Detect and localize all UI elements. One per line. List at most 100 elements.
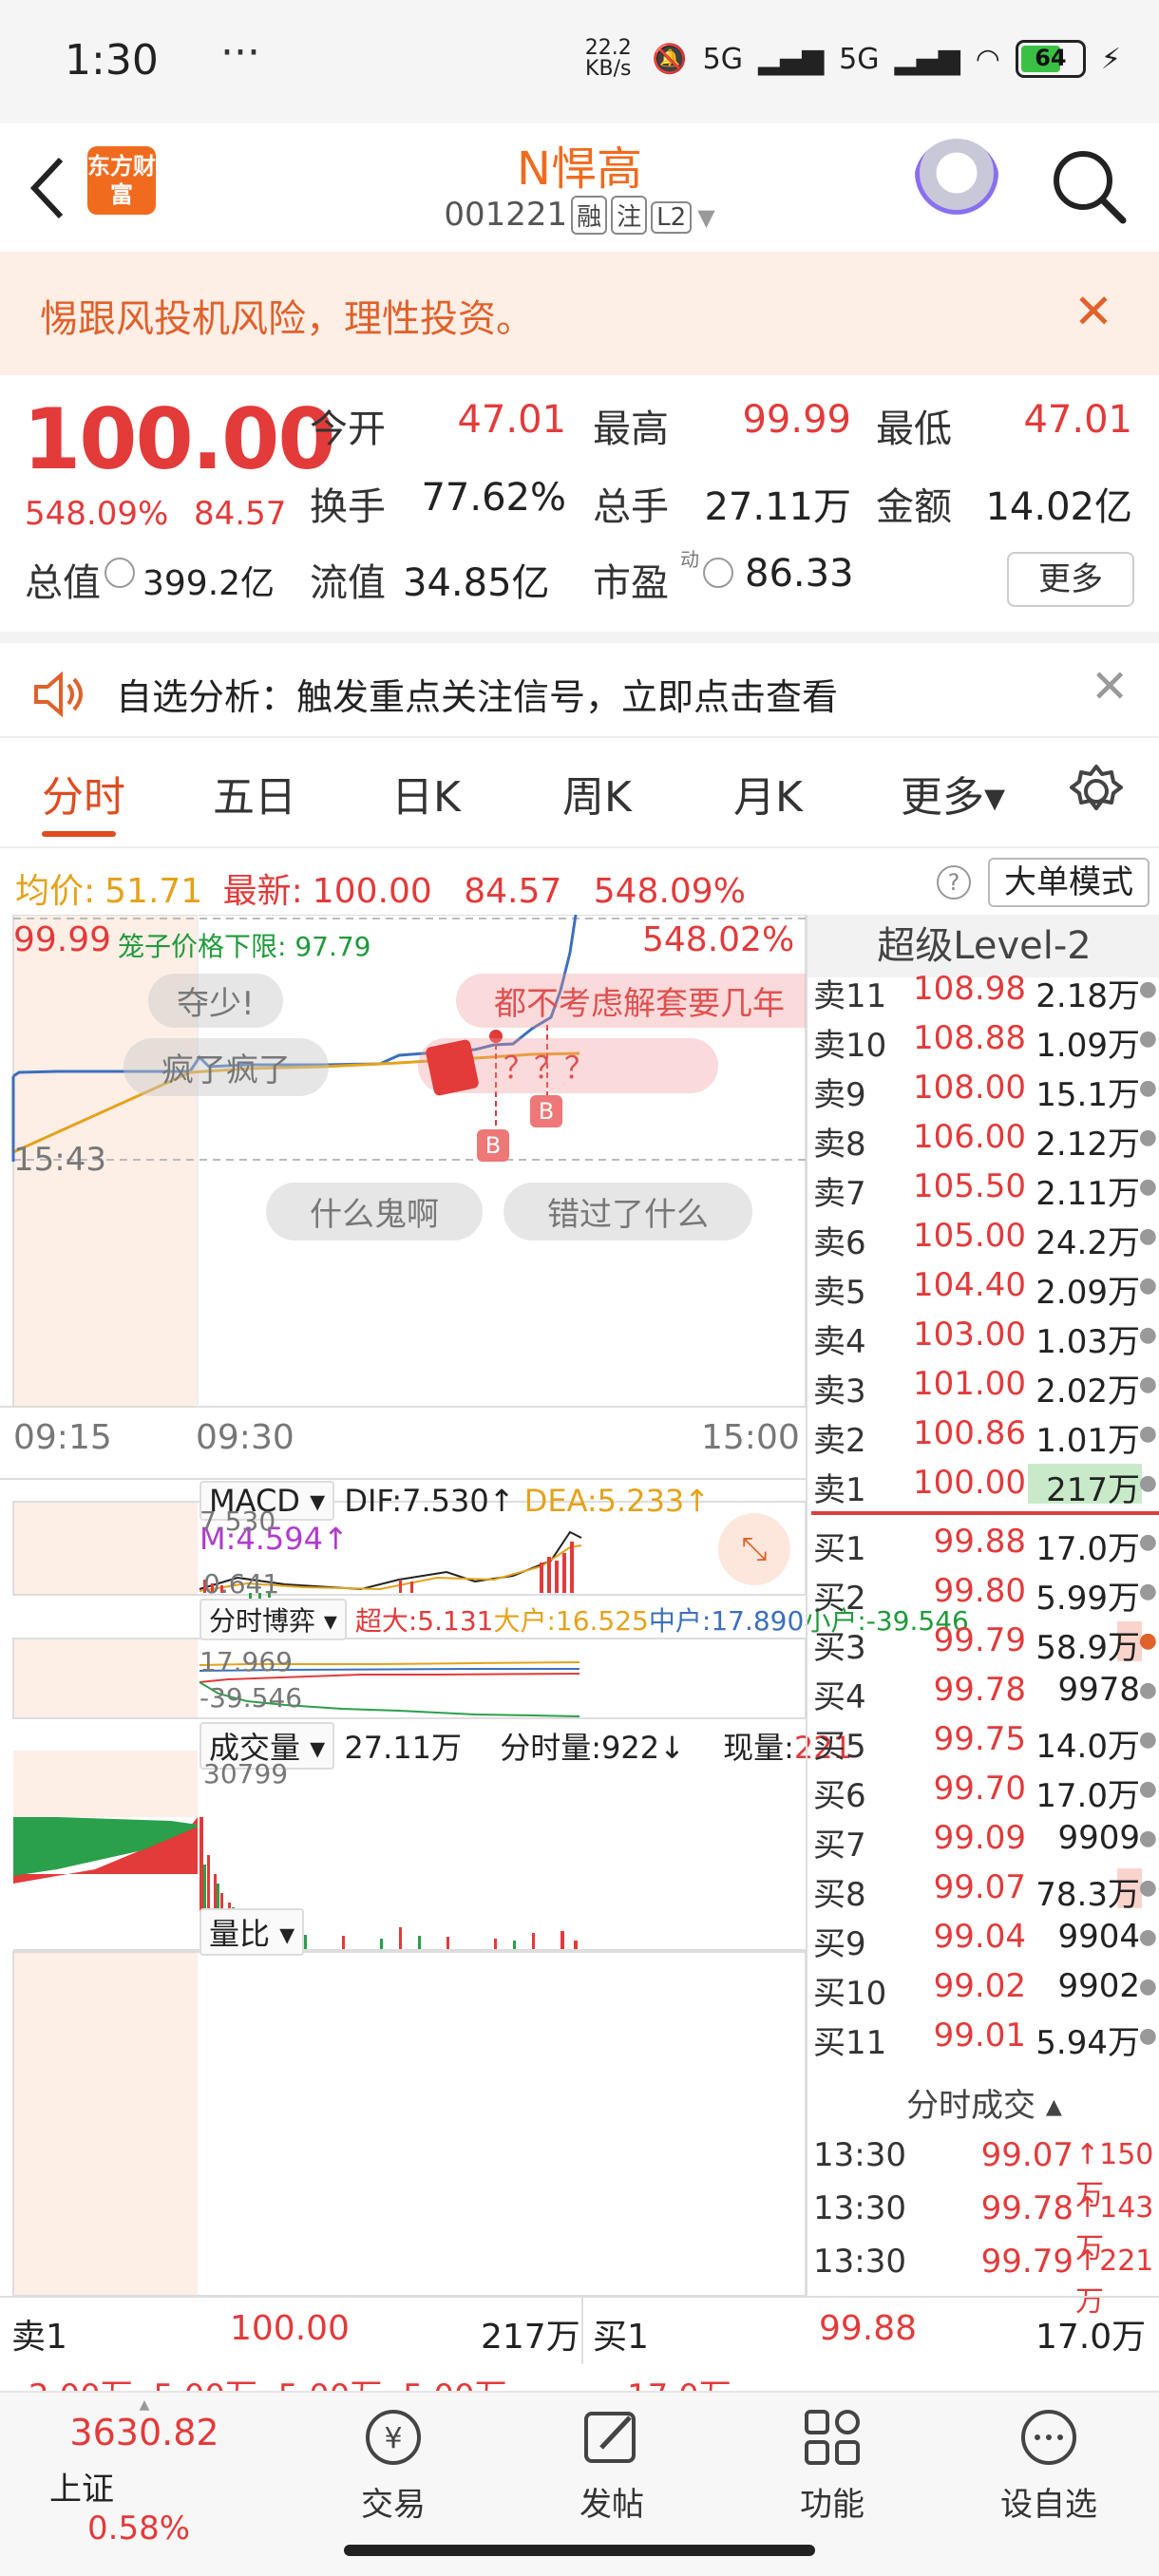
tab-more[interactable]: 更多▾ bbox=[901, 763, 1005, 824]
ask-row[interactable]: 卖11 108.98 2.18万 ● bbox=[808, 966, 1159, 1015]
trade-row: 13:30 99.07 ↑150万 bbox=[808, 2132, 1159, 2212]
bid-row[interactable]: 买8 99.07 78.3万 ● bbox=[808, 1865, 1159, 1914]
tab-monthly-k[interactable]: 月K bbox=[733, 763, 803, 824]
trades-title[interactable]: 分时成交 ▴ bbox=[808, 2079, 1159, 2126]
order-price: 108.98 bbox=[913, 970, 1026, 1008]
tab-daily-k[interactable]: 日K bbox=[391, 763, 461, 824]
time-start: 09:15 bbox=[13, 1418, 112, 1457]
battery-icon: 64 bbox=[1015, 40, 1086, 78]
bid-row[interactable]: 买3 99.79 58.9万 ● bbox=[808, 1618, 1159, 1667]
tab-intraday[interactable]: 分时 bbox=[42, 763, 125, 824]
ask-row[interactable]: 卖4 103.00 1.03万 ● bbox=[808, 1312, 1159, 1361]
change-amount: 84.57 bbox=[194, 495, 287, 533]
ask-row[interactable]: 卖3 101.00 2.02万 ● bbox=[808, 1361, 1159, 1411]
volume-top-value: 30799 bbox=[203, 1758, 289, 1790]
index-ticker[interactable]: ▲ 3630.82 上证 0.58% bbox=[49, 2398, 239, 2548]
trade-price: 99.78 bbox=[980, 2189, 1074, 2227]
order-dot: ● bbox=[1138, 977, 1157, 1001]
info-icon[interactable] bbox=[104, 558, 135, 588]
bid-row[interactable]: 买7 99.09 9909 ● bbox=[808, 1815, 1159, 1865]
robot-assistant-icon[interactable] bbox=[914, 139, 999, 224]
order-volume: 58.9万 bbox=[1036, 1629, 1140, 1667]
ask-row[interactable]: 卖9 108.00 15.1万 ● bbox=[808, 1065, 1159, 1114]
order-level-label: 买5 bbox=[813, 1728, 866, 1766]
pe-value: 86.33 bbox=[745, 552, 854, 596]
ask-row[interactable]: 卖7 105.50 2.11万 ● bbox=[808, 1164, 1159, 1213]
trade-row: 13:30 99.78 ↑143万 bbox=[808, 2186, 1159, 2265]
buy-marker-badge-2[interactable]: B bbox=[530, 1095, 562, 1127]
order-level-label: 卖4 bbox=[813, 1323, 866, 1361]
analysis-close-icon[interactable]: ✕ bbox=[1091, 660, 1129, 713]
bid-row[interactable]: 买11 99.01 5.94万 ● bbox=[808, 2013, 1159, 2062]
ask-row[interactable]: 卖2 100.86 1.01万 ● bbox=[808, 1411, 1159, 1460]
nav-post[interactable]: 发帖 bbox=[536, 2406, 688, 2525]
order-price: 99.75 bbox=[933, 1720, 1026, 1758]
bid-row[interactable]: 买10 99.02 9902 ● bbox=[808, 1963, 1159, 2013]
help-icon[interactable]: ? bbox=[937, 865, 971, 900]
ask-row[interactable]: 卖10 108.88 1.09万 ● bbox=[808, 1015, 1159, 1065]
ask-row[interactable]: 卖5 104.40 2.09万 ● bbox=[808, 1262, 1159, 1312]
summary-cut-left: 2.00万 5.00万 5.00万 5.00万 bbox=[28, 2370, 507, 2393]
orderbook-divider bbox=[811, 1511, 1159, 1515]
trade-time: 13:30 bbox=[813, 2136, 906, 2174]
order-dot: ● bbox=[1138, 1678, 1157, 1702]
order-price: 100.00 bbox=[913, 1464, 1026, 1502]
bid-row[interactable]: 买4 99.78 9978 ● bbox=[808, 1667, 1159, 1716]
big-order-mode-button[interactable]: 大单模式 bbox=[988, 858, 1150, 907]
order-dot: ● bbox=[1138, 1422, 1157, 1446]
chevron-down-icon[interactable]: ▼ bbox=[697, 204, 714, 231]
analysis-banner[interactable]: 自选分析：触发重点关注信号，立即点击查看 ✕ bbox=[0, 632, 1159, 736]
danmaku-bubble: 什么鬼啊 bbox=[266, 1183, 483, 1241]
macd-top-value: 7.530 bbox=[200, 1506, 276, 1537]
intraday-chart[interactable]: 99.99 笼子价格下限: 97.79 548.02% 15:43 夺少! 都不… bbox=[0, 915, 969, 2296]
order-level-label: 卖2 bbox=[813, 1422, 866, 1460]
ask-row[interactable]: 卖1 100.00 217万 ● bbox=[808, 1460, 1159, 1509]
buy-marker-badge[interactable]: B bbox=[477, 1129, 509, 1162]
order-volume: 1.01万 bbox=[1036, 1422, 1140, 1460]
expand-icon[interactable]: ⤡ bbox=[718, 1513, 790, 1585]
tab-5day[interactable]: 五日 bbox=[213, 763, 296, 824]
high-value: 99.99 bbox=[742, 398, 851, 442]
risk-close-icon[interactable]: ✕ bbox=[1074, 284, 1113, 339]
order-volume: 1.03万 bbox=[1036, 1323, 1140, 1361]
signal-bars-icon-2: ▂▄▆ bbox=[894, 42, 960, 76]
stock-code: 001221 bbox=[444, 196, 568, 234]
order-dot: ● bbox=[1138, 1224, 1157, 1248]
order-price: 99.78 bbox=[933, 1671, 1026, 1709]
capital-game-dropdown[interactable]: 分时博弈 ▾ bbox=[200, 1599, 347, 1640]
bid-row[interactable]: 买1 99.88 17.0万 ● bbox=[808, 1519, 1159, 1568]
order-price: 108.00 bbox=[913, 1069, 1026, 1107]
home-indicator[interactable] bbox=[344, 2545, 815, 2556]
bid-ask-summary: 卖1 100.00 217万 买1 99.88 17.0万 2.00万 5.00… bbox=[0, 2296, 1159, 2393]
order-level-label: 卖3 bbox=[813, 1373, 866, 1411]
analysis-text[interactable]: 自选分析：触发重点关注信号，立即点击查看 bbox=[116, 668, 838, 720]
bid-row[interactable]: 买5 99.75 14.0万 ● bbox=[808, 1716, 1159, 1766]
pe-info-icon[interactable] bbox=[703, 558, 733, 588]
nav-trade[interactable]: ¥ 交易 bbox=[317, 2406, 469, 2525]
ask-row[interactable]: 卖6 105.00 24.2万 ● bbox=[808, 1213, 1159, 1262]
search-icon[interactable] bbox=[1045, 142, 1130, 228]
bid-row[interactable]: 买2 99.80 5.99万 ● bbox=[808, 1568, 1159, 1618]
order-price: 99.09 bbox=[933, 1819, 1026, 1857]
ask-row[interactable]: 卖8 106.00 2.12万 ● bbox=[808, 1114, 1159, 1164]
tab-weekly-k[interactable]: 周K bbox=[562, 763, 632, 824]
nav-add-watchlist[interactable]: 设自选 bbox=[973, 2406, 1125, 2525]
order-volume: 2.11万 bbox=[1036, 1175, 1140, 1213]
nav-functions[interactable]: 功能 bbox=[756, 2406, 908, 2525]
tag-registered: 注 bbox=[611, 196, 648, 235]
chart-tabs: 分时 五日 日K 周K 月K 更多▾ bbox=[0, 736, 1159, 848]
risk-warning-banner: 惕跟风投机风险，理性投资。 ✕ bbox=[0, 252, 1159, 375]
summary-ask-volume: 217万 bbox=[481, 2318, 580, 2357]
bid-row[interactable]: 买6 99.70 17.0万 ● bbox=[808, 1766, 1159, 1815]
order-volume: 2.02万 bbox=[1036, 1373, 1140, 1411]
stock-header: 东方财富 N悍高 001221 融注 L2 ▼ bbox=[0, 123, 1159, 252]
order-level-label: 买1 bbox=[813, 1530, 866, 1568]
risk-warning-text: 惕跟风投机风险，理性投资。 bbox=[40, 297, 534, 341]
gear-icon[interactable] bbox=[1066, 761, 1127, 822]
order-level-label: 买11 bbox=[813, 2024, 887, 2062]
more-button[interactable]: 更多 bbox=[1007, 552, 1134, 607]
bid-row[interactable]: 买9 99.04 9904 ● bbox=[808, 1914, 1159, 1963]
super-large-value: 超大:5.131 bbox=[354, 1605, 494, 1637]
medium-value: 中户:17.890 bbox=[648, 1605, 805, 1637]
volume-ratio-dropdown[interactable]: 量比 ▾ bbox=[200, 1908, 305, 1956]
